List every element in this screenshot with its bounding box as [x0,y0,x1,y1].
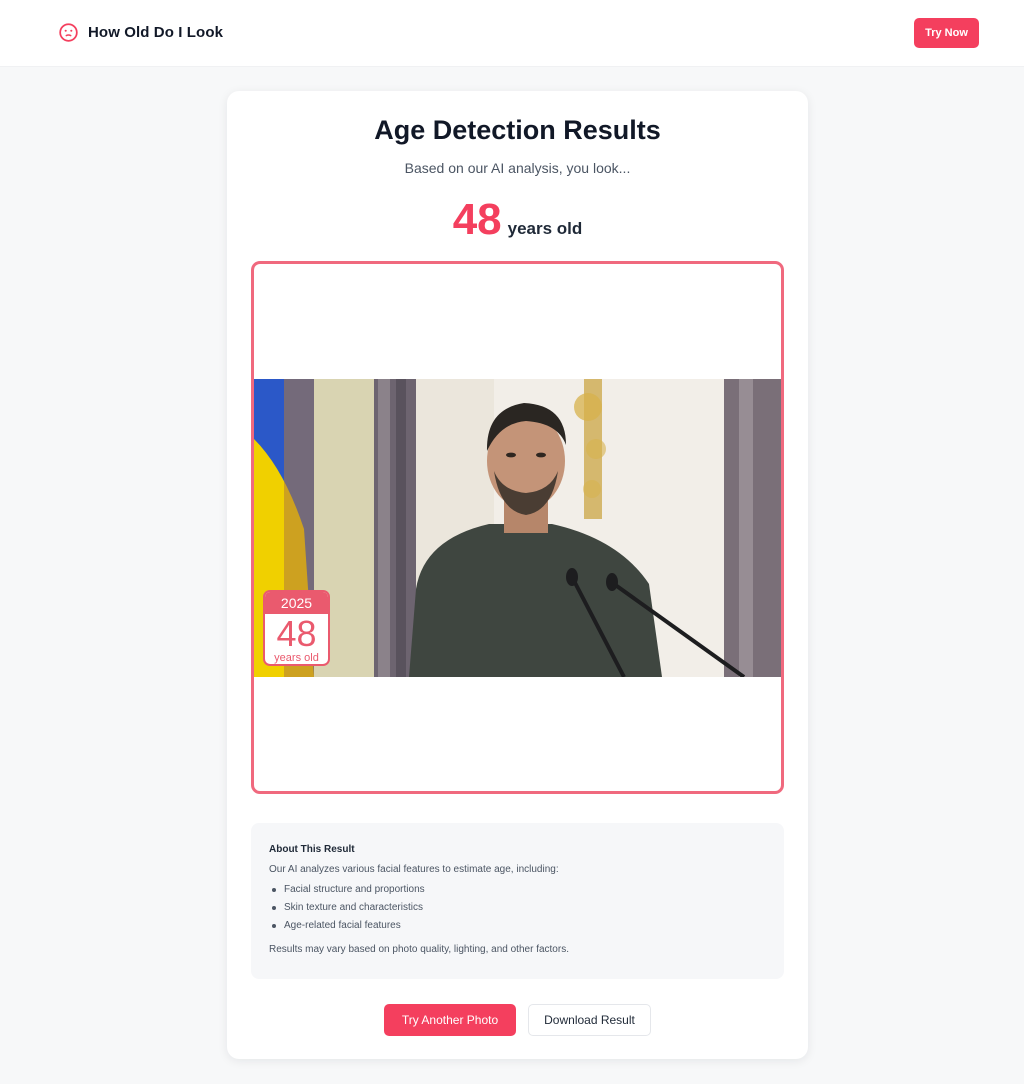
brand-title: How Old Do I Look [88,24,224,41]
brand-link[interactable]: How Old Do I Look [58,22,223,43]
about-intro: Our AI analyzes various facial features … [269,864,559,875]
about-result-panel: About This Result Our AI analyzes variou… [251,823,784,979]
badge-year: 2025 [265,592,328,614]
list-item: Skin texture and characteristics [269,899,766,917]
age-unit: years old [507,219,583,238]
result-photo [254,379,781,677]
result-card: Age Detection Results Based on our AI an… [227,91,808,1059]
list-item: Facial structure and proportions [269,881,766,899]
try-another-photo-button[interactable]: Try Another Photo [384,1004,516,1036]
age-result: 48 years old [227,195,808,245]
feature-list: Facial structure and proportions Skin te… [269,881,766,935]
photo-frame: 2025 48 years old [251,261,784,794]
page-title: Age Detection Results [374,115,661,145]
result-subtitle: Based on our AI analysis, you look... [404,160,631,176]
top-navigation-bar: How Old Do I Look Try Now [0,0,1024,67]
face-icon [59,23,78,42]
try-now-button[interactable]: Try Now [914,18,979,48]
badge-age: 48 [276,613,317,654]
about-note: Results may vary based on photo quality,… [269,944,569,955]
about-title: About This Result [269,844,355,855]
badge-unit: years old [274,652,319,664]
age-number: 48 [452,195,502,244]
list-item: Age-related facial features [269,917,766,935]
age-badge: 2025 48 years old [263,590,330,666]
download-result-button[interactable]: Download Result [528,1004,651,1036]
